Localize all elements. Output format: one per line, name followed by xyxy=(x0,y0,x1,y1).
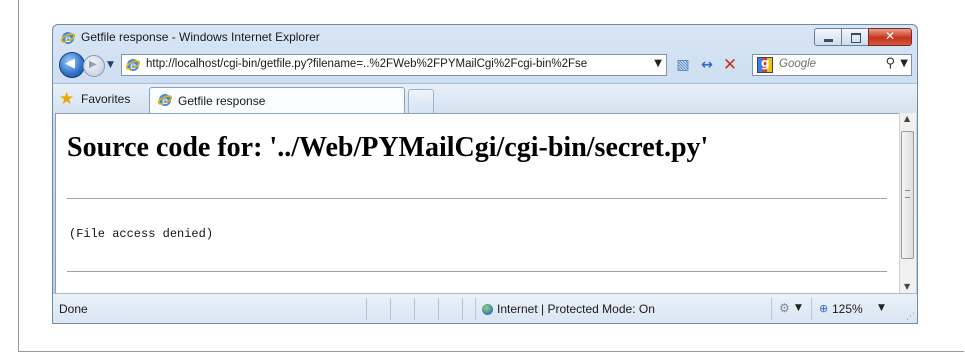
status-separator xyxy=(811,298,812,320)
refresh-icon[interactable]: ↔ xyxy=(697,56,717,74)
browser-window: e Getfile response - Windows Internet Ex… xyxy=(52,24,918,324)
status-separator xyxy=(771,298,772,320)
scrollbar-grip-icon xyxy=(905,190,910,198)
tab-page-icon: e xyxy=(158,94,172,107)
title-bar: e Getfile response - Windows Internet Ex… xyxy=(53,25,917,51)
status-separator xyxy=(438,298,439,320)
stop-icon[interactable]: ✕ xyxy=(720,56,740,74)
search-options-dropdown-icon[interactable]: ▼ xyxy=(900,58,908,69)
scroll-down-arrow-icon[interactable]: ▼ xyxy=(904,282,910,291)
tab-label[interactable]: Getfile response xyxy=(178,94,265,108)
search-placeholder[interactable]: Google xyxy=(779,58,816,70)
window-title: Getfile response - Windows Internet Expl… xyxy=(81,30,320,44)
status-bar: Done Internet | Protected Mode: On ⚙ ▼ ⊕… xyxy=(53,293,917,323)
maximize-button[interactable] xyxy=(841,28,869,46)
status-text: Done xyxy=(59,302,88,316)
address-bar[interactable]: e http://localhost/cgi-bin/getfile.py?fi… xyxy=(121,54,667,76)
security-status-icon[interactable]: ⚙ xyxy=(779,301,790,315)
horizontal-rule xyxy=(67,198,887,199)
address-text[interactable]: http://localhost/cgi-bin/getfile.py?file… xyxy=(146,58,626,70)
address-dropdown-icon[interactable]: ▼ xyxy=(654,58,662,69)
search-icon[interactable]: ⚲ xyxy=(885,56,895,71)
zoom-magnifier-icon[interactable]: ⊕ xyxy=(819,302,828,315)
navigation-bar: ▼ e http://localhost/cgi-bin/getfile.py?… xyxy=(53,51,917,79)
status-separator xyxy=(462,298,463,320)
internet-zone-icon xyxy=(482,304,493,315)
page-heading: Source code for: '../Web/PYMailCgi/cgi-b… xyxy=(67,132,709,163)
favorites-bar: ★ Favorites e Getfile response xyxy=(53,83,917,114)
page-icon: e xyxy=(126,59,140,72)
favorites-button-label[interactable]: Favorites xyxy=(81,92,130,106)
status-separator xyxy=(390,298,391,320)
favorites-star-icon[interactable]: ★ xyxy=(59,89,74,109)
svg-text:e: e xyxy=(130,61,136,72)
status-separator xyxy=(475,298,476,320)
vertical-scrollbar[interactable]: ▲ ▼ xyxy=(899,113,916,293)
new-tab-button[interactable] xyxy=(408,89,434,113)
google-icon xyxy=(757,56,773,73)
search-box[interactable]: Google ⚲ ▼ xyxy=(752,54,912,76)
resize-grip-icon[interactable]: ⋰ xyxy=(906,312,915,322)
security-zone-text[interactable]: Internet | Protected Mode: On xyxy=(497,302,655,316)
status-separator xyxy=(414,298,415,320)
svg-text:e: e xyxy=(65,34,71,45)
security-dropdown-icon[interactable]: ▼ xyxy=(795,303,802,313)
recent-pages-dropdown-icon[interactable]: ▼ xyxy=(107,60,114,70)
status-separator xyxy=(366,298,367,320)
back-button[interactable] xyxy=(59,52,85,78)
scrollbar-thumb[interactable] xyxy=(901,131,914,259)
scroll-up-arrow-icon[interactable]: ▲ xyxy=(904,114,910,123)
forward-button[interactable] xyxy=(83,55,105,77)
file-content: (File access denied) xyxy=(69,227,214,241)
zoom-dropdown-icon[interactable]: ▼ xyxy=(878,303,885,313)
svg-text:e: e xyxy=(162,96,168,107)
minimize-button[interactable] xyxy=(814,28,842,46)
compatibility-view-icon[interactable]: ▧ xyxy=(673,56,693,74)
page-content: Source code for: '../Web/PYMailCgi/cgi-b… xyxy=(55,113,899,293)
ie-logo-icon: e xyxy=(61,32,75,45)
horizontal-rule xyxy=(67,271,887,272)
zoom-level[interactable]: 125% xyxy=(832,302,863,316)
tab-getfile-response[interactable]: e Getfile response xyxy=(149,87,405,114)
close-button[interactable] xyxy=(868,28,912,46)
